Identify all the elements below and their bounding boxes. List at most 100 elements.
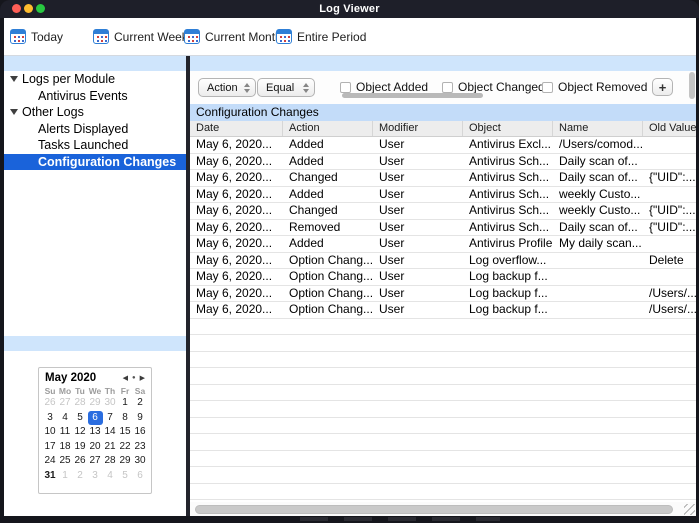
calendar: May 2020 ◀ ● ▶ Su Mo Tu We Th Fr Sa 26 27 28 29 30… [38, 367, 152, 494]
table-row[interactable]: May 6, 2020... Added User Antivirus Profile… [190, 236, 696, 253]
table-body: May 6, 2020... Added User Antivirus Excl...… [190, 137, 696, 502]
table-row[interactable]: May 6, 2020... Option Chang... User Log ove… [190, 252, 696, 269]
calendar-day[interactable]: 10 [43, 425, 58, 440]
filter-operator-select[interactable]: Equal [257, 78, 315, 97]
calendar-day[interactable]: 21 [103, 440, 118, 455]
table-row[interactable]: May 6, 2020... Removed User Antivirus Sch..… [190, 219, 696, 236]
table-cell [643, 154, 696, 170]
calendar-day[interactable]: 16 [133, 425, 148, 440]
calendar-day[interactable]: 22 [118, 440, 133, 455]
calendar-day[interactable]: 17 [43, 440, 58, 455]
tree-item-configuration-changes[interactable]: Configuration Changes [4, 153, 186, 170]
calendar-day[interactable]: 1 [58, 469, 73, 484]
table-row[interactable]: May 6, 2020... Option Chang... User Log bac… [190, 286, 696, 302]
calendar-day[interactable]: 18 [58, 440, 73, 455]
column-header-name[interactable]: Name [553, 121, 643, 136]
calendar-day[interactable]: 27 [88, 454, 103, 469]
table-row[interactable]: May 6, 2020... Changed User Antivirus Sch..… [190, 203, 696, 220]
calendar-day[interactable]: 6 [133, 469, 148, 484]
toolbar-button-current-month[interactable]: Current Month [184, 28, 282, 45]
calendar-day[interactable]: 15 [118, 425, 133, 440]
calendar-day[interactable]: 4 [58, 411, 73, 426]
column-header-modifier[interactable]: Modifier [373, 121, 463, 136]
calendar-day[interactable]: 3 [43, 411, 58, 426]
calendar-day[interactable]: 29 [88, 396, 103, 411]
calendar-day[interactable]: 12 [73, 425, 88, 440]
table-cell: Log backup f... [469, 269, 548, 283]
table-cell: Option Chang... [289, 252, 373, 267]
calendar-day[interactable]: 20 [88, 440, 103, 455]
calendar-day[interactable]: 11 [58, 425, 73, 440]
filter-checkbox-object-removed[interactable]: Object Removed [542, 80, 647, 94]
table-row[interactable]: May 6, 2020... Option Chang... User Log bac… [190, 302, 696, 319]
tree-item-alerts-displayed[interactable]: Alerts Displayed [4, 121, 186, 138]
calendar-day[interactable]: 28 [73, 396, 88, 411]
toolbar-button-entire-period[interactable]: Entire Period [276, 28, 366, 45]
calendar-day[interactable]: 24 [43, 454, 58, 469]
toolbar-button-current-week[interactable]: Current Week [93, 28, 188, 45]
filter-horizontal-scrollbar[interactable] [342, 93, 483, 98]
tree-item-label: Alerts Displayed [38, 121, 129, 136]
toolbar-button-today[interactable]: Today [10, 28, 63, 45]
calendar-day[interactable]: 5 [73, 411, 88, 426]
calendar-day[interactable]: 2 [73, 469, 88, 484]
calendar-day[interactable]: 8 [118, 411, 133, 426]
disclosure-triangle-icon[interactable] [10, 109, 18, 116]
tree-item-other-logs[interactable]: Other Logs [4, 104, 186, 121]
calendar-day[interactable]: 31 [43, 469, 58, 484]
table-cell: May 6, 2020... [196, 236, 273, 250]
calendar-day[interactable]: 29 [118, 454, 133, 469]
table-row[interactable]: May 6, 2020... Added User Antivirus Sch... D… [190, 154, 696, 170]
calendar-day[interactable]: 6 [87, 410, 103, 425]
table-cell: Antivirus Sch... [469, 219, 550, 234]
table-row[interactable]: May 6, 2020... Option Chang... User Log bac… [190, 269, 696, 286]
disclosure-triangle-icon[interactable] [10, 76, 18, 83]
calendar-day[interactable]: 26 [43, 396, 58, 411]
column-header-action[interactable]: Action [283, 121, 373, 136]
calendar-prev-icon[interactable]: ◀ [123, 375, 128, 382]
table-cell [643, 137, 696, 153]
calendar-next-icon[interactable]: ▶ [140, 375, 145, 382]
horizontal-scrollbar-track[interactable] [190, 502, 696, 516]
column-header-object[interactable]: Object [463, 121, 553, 136]
calendar-day[interactable]: 4 [103, 469, 118, 484]
calendar-day[interactable]: 27 [58, 396, 73, 411]
toolbar-button-label: Current Month [205, 29, 282, 44]
calendar-day[interactable]: 28 [103, 454, 118, 469]
calendar-day[interactable]: 23 [133, 440, 148, 455]
table-cell: Option Chang... [289, 269, 373, 283]
filter-checkbox-object-added[interactable]: Object Added [340, 80, 428, 94]
table-row[interactable]: May 6, 2020... Added User Antivirus Excl...… [190, 137, 696, 154]
horizontal-scrollbar-thumb[interactable] [195, 505, 673, 514]
calendar-day[interactable]: 9 [133, 411, 148, 426]
close-button[interactable] [12, 4, 21, 13]
calendar-day[interactable]: 30 [103, 396, 118, 411]
minimize-button[interactable] [24, 4, 33, 13]
column-header-date[interactable]: Date [190, 121, 283, 136]
calendar-title: May 2020 [45, 372, 97, 384]
calendar-today-icon[interactable]: ● [132, 375, 136, 381]
table-row[interactable]: May 6, 2020... Added User Antivirus Sch... w… [190, 187, 696, 203]
add-filter-button[interactable]: + [652, 78, 673, 96]
filter-field-select[interactable]: Action [198, 78, 256, 97]
panel-vertical-scrollbar[interactable] [689, 72, 695, 99]
calendar-day[interactable]: 2 [133, 396, 148, 411]
column-header-old-value[interactable]: Old Value [643, 121, 696, 136]
tree-item-logs-per-module[interactable]: Logs per Module [4, 71, 186, 88]
calendar-day[interactable]: 3 [88, 469, 103, 484]
tree-item-antivirus-events[interactable]: Antivirus Events [4, 88, 186, 105]
calendar-day[interactable]: 1 [118, 396, 133, 411]
calendar-day[interactable]: 14 [103, 425, 118, 440]
table-row[interactable]: May 6, 2020... Changed User Antivirus Sch..… [190, 170, 696, 187]
calendar-day[interactable]: 19 [73, 440, 88, 455]
calendar-day[interactable]: 5 [118, 469, 133, 484]
calendar-day[interactable]: 26 [73, 454, 88, 469]
calendar-day[interactable]: 25 [58, 454, 73, 469]
calendar-day[interactable]: 30 [133, 454, 148, 469]
tree-item-tasks-launched[interactable]: Tasks Launched [4, 137, 186, 154]
zoom-button[interactable] [36, 4, 45, 13]
filter-checkbox-object-changed[interactable]: Object Changed [442, 80, 545, 94]
resize-grip[interactable] [684, 504, 695, 515]
calendar-day[interactable]: 7 [103, 411, 118, 426]
calendar-day[interactable]: 13 [88, 425, 103, 440]
